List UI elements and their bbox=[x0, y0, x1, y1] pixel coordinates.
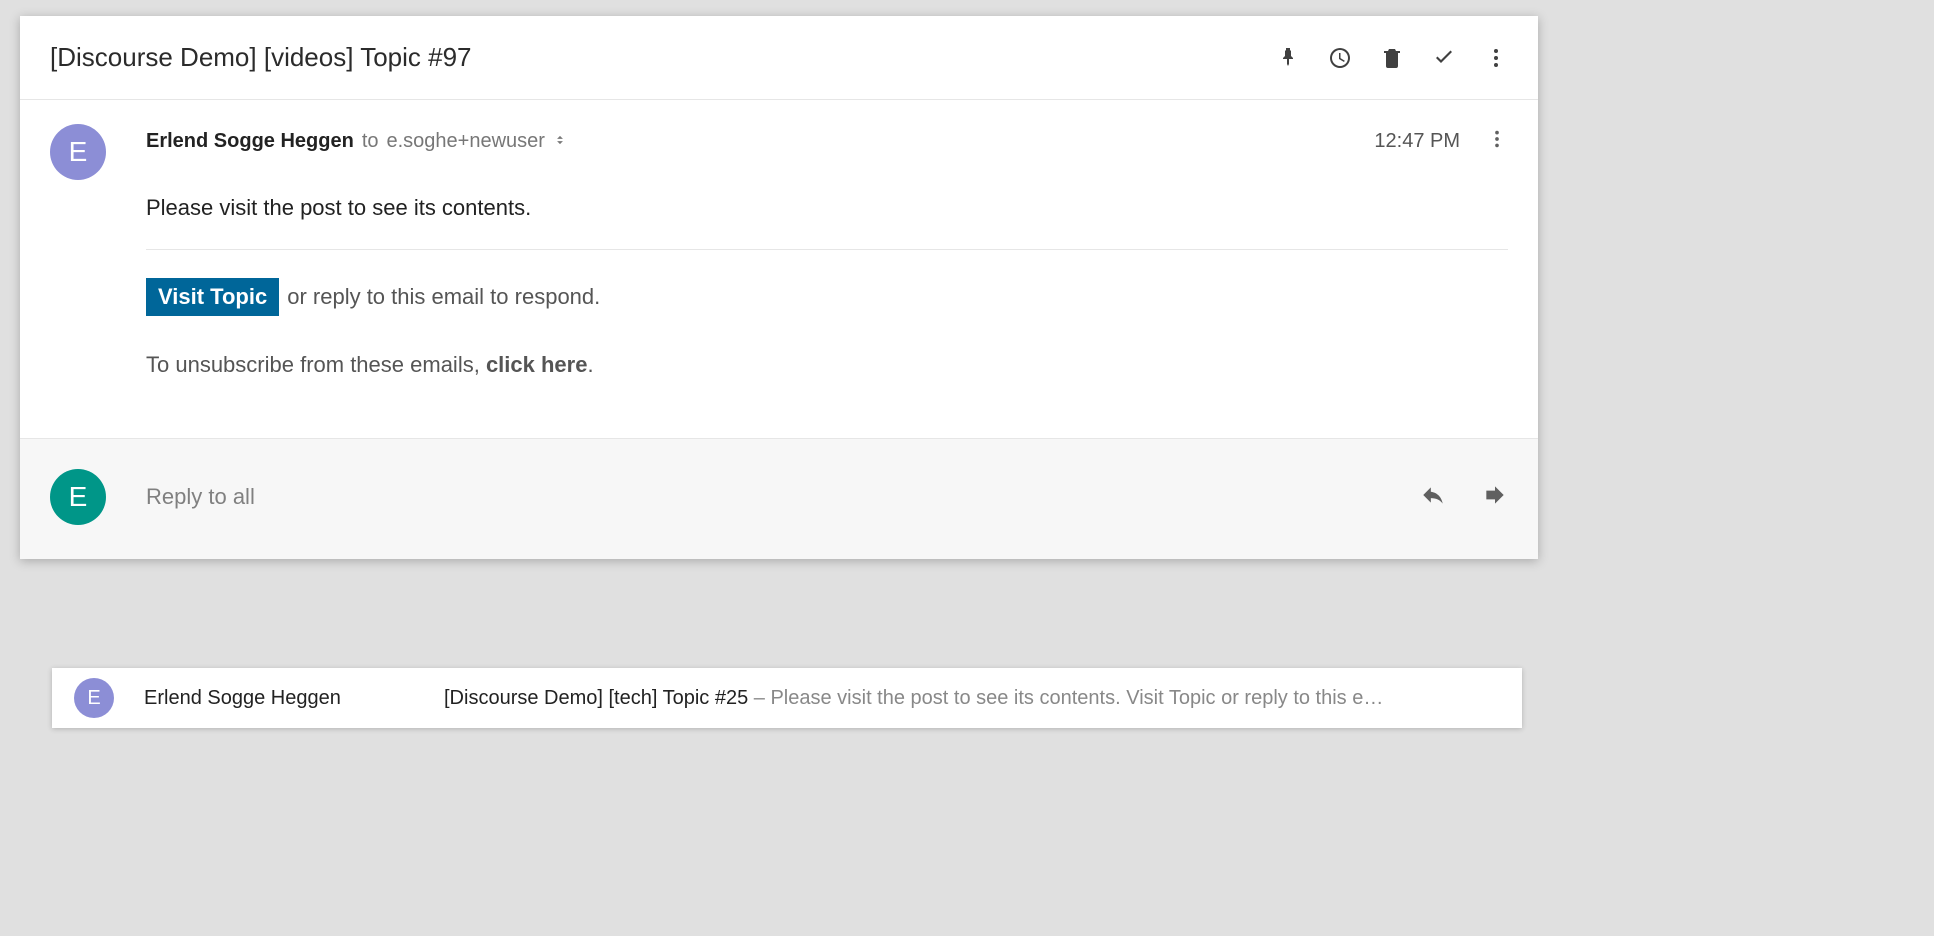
pin-icon[interactable] bbox=[1276, 46, 1300, 70]
next-subject-snippet: [Discourse Demo] [tech] Topic #25 – Plea… bbox=[444, 687, 1383, 710]
unsubscribe-link[interactable]: click here bbox=[486, 352, 588, 377]
reply-avatar: E bbox=[50, 469, 106, 525]
sender-name[interactable]: Erlend Sogge Heggen bbox=[146, 130, 354, 153]
reply-bar[interactable]: E Reply to all bbox=[20, 438, 1538, 559]
message-more-icon[interactable] bbox=[1486, 128, 1508, 155]
message-timestamp: 12:47 PM bbox=[1374, 130, 1460, 153]
message-meta-left: Erlend Sogge Heggen to e.soghe+newuser bbox=[146, 130, 567, 153]
body-divider bbox=[146, 249, 1508, 250]
header-actions bbox=[1276, 46, 1508, 70]
reply-actions bbox=[1420, 482, 1508, 513]
next-snippet: Please visit the post to see its content… bbox=[770, 687, 1383, 709]
visit-followup-text: or reply to this email to respond. bbox=[287, 284, 600, 310]
more-vert-icon[interactable] bbox=[1484, 46, 1508, 70]
body-intro: Please visit the post to see its content… bbox=[146, 195, 1508, 221]
unsubscribe-suffix: . bbox=[587, 352, 593, 377]
next-subject: [Discourse Demo] [tech] Topic #25 bbox=[444, 687, 748, 709]
snooze-icon[interactable] bbox=[1328, 46, 1352, 70]
email-message: E Erlend Sogge Heggen to e.soghe+newuser… bbox=[20, 100, 1538, 438]
email-card: [Discourse Demo] [videos] Topic #97 bbox=[20, 16, 1538, 559]
forward-icon[interactable] bbox=[1482, 482, 1508, 513]
email-subject: [Discourse Demo] [videos] Topic #97 bbox=[50, 42, 472, 73]
reply-placeholder[interactable]: Reply to all bbox=[146, 484, 1420, 510]
recipient: e.soghe+newuser bbox=[387, 130, 545, 153]
sender-avatar[interactable]: E bbox=[50, 124, 106, 180]
next-sender: Erlend Sogge Heggen bbox=[144, 687, 414, 710]
unsubscribe-prefix: To unsubscribe from these emails, bbox=[146, 352, 486, 377]
next-avatar: E bbox=[74, 678, 114, 718]
reply-icon[interactable] bbox=[1420, 482, 1446, 513]
trash-icon[interactable] bbox=[1380, 46, 1404, 70]
message-body: Erlend Sogge Heggen to e.soghe+newuser 1… bbox=[146, 124, 1508, 378]
email-header: [Discourse Demo] [videos] Topic #97 bbox=[20, 16, 1538, 100]
mark-done-icon[interactable] bbox=[1432, 46, 1456, 70]
message-meta-row: Erlend Sogge Heggen to e.soghe+newuser 1… bbox=[146, 128, 1508, 155]
message-meta-right: 12:47 PM bbox=[1374, 128, 1508, 155]
recipient-prefix: to bbox=[362, 130, 379, 153]
unsubscribe-line: To unsubscribe from these emails, click … bbox=[146, 352, 1508, 378]
next-email-row[interactable]: E Erlend Sogge Heggen [Discourse Demo] [… bbox=[52, 668, 1522, 728]
visit-topic-button[interactable]: Visit Topic bbox=[146, 278, 279, 316]
show-details-icon[interactable] bbox=[553, 130, 567, 153]
visit-row: Visit Topic or reply to this email to re… bbox=[146, 278, 1508, 316]
next-separator: – bbox=[748, 687, 770, 709]
